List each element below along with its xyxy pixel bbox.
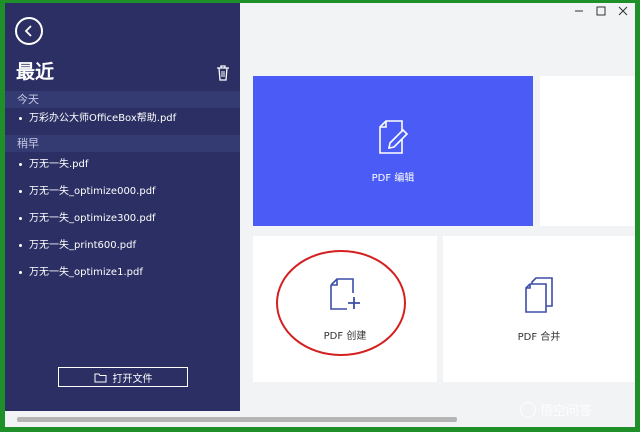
tool-card-partial[interactable] bbox=[540, 76, 635, 226]
minimize-button[interactable] bbox=[573, 5, 585, 17]
sidebar: 最近 今天 万彩办公大师OfficeBox帮助.pdf 稍早 万无一失.pdf … bbox=[5, 3, 240, 411]
watermark: 悟空问答 bbox=[520, 400, 592, 419]
watermark-text: 悟空问答 bbox=[540, 404, 593, 419]
open-file-button[interactable]: 打开文件 bbox=[58, 367, 188, 387]
pdf-merge-icon bbox=[525, 276, 553, 313]
open-file-label: 打开文件 bbox=[112, 373, 153, 385]
recent-file-item[interactable]: 万无一失_print600.pdf bbox=[5, 236, 240, 256]
sidebar-title: 最近 bbox=[16, 61, 55, 83]
recent-file-item[interactable]: 万无一失_optimize1.pdf bbox=[5, 263, 240, 283]
annotation-circle bbox=[276, 250, 406, 356]
folder-icon bbox=[94, 373, 106, 382]
section-today: 今天 bbox=[5, 91, 240, 108]
window-controls bbox=[555, 3, 635, 23]
watermark-logo-icon bbox=[520, 401, 536, 418]
pdf-merge-label: PDF 合并 bbox=[517, 331, 561, 343]
file-name: 万彩办公大师OfficeBox帮助.pdf bbox=[29, 113, 177, 124]
main-panel: PDF 编辑 PDF 创建 PDF 合并 bbox=[240, 3, 635, 411]
pdf-merge-card[interactable]: PDF 合并 bbox=[443, 236, 635, 382]
scrollbar-thumb[interactable] bbox=[17, 417, 457, 422]
minimize-icon bbox=[575, 10, 583, 12]
close-button[interactable] bbox=[617, 5, 629, 17]
pdf-edit-label: PDF 编辑 bbox=[371, 172, 415, 184]
maximize-button[interactable] bbox=[595, 5, 607, 17]
trash-icon[interactable] bbox=[216, 65, 230, 81]
back-button[interactable] bbox=[15, 17, 43, 45]
app-window: 最近 今天 万彩办公大师OfficeBox帮助.pdf 稍早 万无一失.pdf … bbox=[5, 3, 635, 427]
recent-file-item[interactable]: 万彩办公大师OfficeBox帮助.pdf bbox=[5, 109, 240, 129]
pdf-edit-icon bbox=[379, 119, 409, 154]
recent-file-item[interactable]: 万无一失_optimize000.pdf bbox=[5, 182, 240, 202]
file-name: 万无一失.pdf bbox=[29, 159, 89, 170]
maximize-icon bbox=[596, 6, 606, 16]
pdf-edit-card[interactable]: PDF 编辑 bbox=[253, 76, 533, 226]
file-name: 万无一失_optimize300.pdf bbox=[29, 213, 156, 224]
section-earlier: 稍早 bbox=[5, 135, 240, 152]
chevron-left-icon bbox=[24, 25, 32, 37]
recent-file-item[interactable]: 万无一失.pdf bbox=[5, 155, 240, 175]
recent-file-item[interactable]: 万无一失_optimize300.pdf bbox=[5, 209, 240, 229]
file-name: 万无一失_optimize1.pdf bbox=[29, 267, 143, 278]
file-name: 万无一失_optimize000.pdf bbox=[29, 186, 156, 197]
close-icon bbox=[618, 6, 628, 16]
file-name: 万无一失_print600.pdf bbox=[29, 240, 136, 251]
